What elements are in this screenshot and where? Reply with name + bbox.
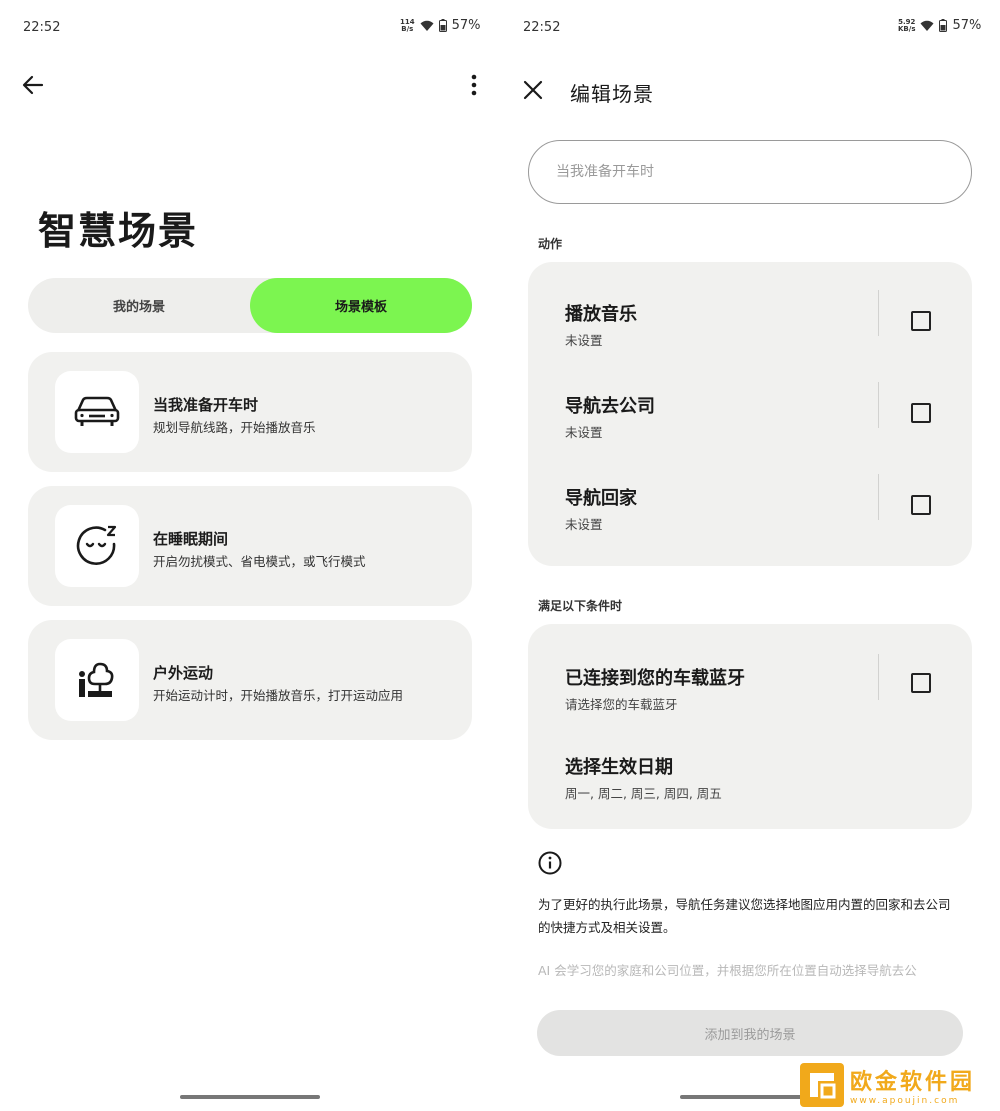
template-card-driving[interactable]: 当我准备开车时 规划导航线路，开始播放音乐 <box>28 352 472 472</box>
battery-percent: 57% <box>451 18 481 33</box>
tab-my-scenes[interactable]: 我的场景 <box>28 278 250 333</box>
close-button[interactable] <box>518 75 548 105</box>
car-icon <box>74 396 120 426</box>
action-checkbox[interactable] <box>911 495 931 515</box>
template-card-outdoor[interactable]: 户外运动 开始运动计时，开始播放音乐，打开运动应用 <box>28 620 472 740</box>
template-icon-box <box>55 371 139 453</box>
template-title: 当我准备开车时 <box>153 396 259 414</box>
more-vertical-icon <box>471 74 477 96</box>
conditions-card: 已连接到您的车载蓝牙 请选择您的车载蓝牙 选择生效日期 周一, 周二, 周三, … <box>528 624 972 829</box>
conditions-section-label: 满足以下条件时 <box>538 599 623 613</box>
info-text-faded: AI 会学习您的家庭和公司位置，并根据您所在位置自动选择导航去公 <box>538 963 917 978</box>
scene-tabs: 我的场景 场景模板 <box>28 278 472 333</box>
battery-icon <box>939 19 948 32</box>
scene-name-input[interactable] <box>528 140 972 204</box>
action-title: 导航回家 <box>565 488 637 509</box>
template-subtitle: 开始运动计时，开始播放音乐，打开运动应用 <box>153 688 404 703</box>
actions-section-label: 动作 <box>538 237 563 251</box>
template-icon-box <box>55 505 139 587</box>
action-checkbox[interactable] <box>911 311 931 331</box>
divider <box>878 654 879 700</box>
back-button[interactable] <box>18 70 48 100</box>
divider <box>878 290 879 336</box>
template-subtitle: 开启勿扰模式、省电模式，或飞行模式 <box>153 554 366 569</box>
tab-scene-templates[interactable]: 场景模板 <box>250 278 472 333</box>
status-time: 22:52 <box>23 20 61 35</box>
status-time: 22:52 <box>523 20 561 35</box>
arrow-left-icon <box>22 75 44 95</box>
watermark-title: 欧金软件园 <box>850 1070 976 1095</box>
edit-scene-screen: 22:52 5.92 KB/s 57% 编辑场景 动作 播放音乐 未设置 导航去… <box>500 0 1000 1111</box>
action-subtitle: 未设置 <box>565 333 603 348</box>
net-rate: 5.92 KB/s <box>898 18 916 33</box>
condition-subtitle: 请选择您的车载蓝牙 <box>565 697 678 712</box>
divider <box>878 474 879 520</box>
action-row-play-music[interactable]: 播放音乐 未设置 <box>528 290 972 390</box>
status-bar-icons: 114 B/s 57% <box>400 18 481 33</box>
net-rate-unit: KB/s <box>898 24 916 33</box>
action-subtitle: 未设置 <box>565 517 603 532</box>
home-indicator[interactable] <box>680 1095 820 1099</box>
battery-percent: 57% <box>952 18 982 33</box>
info-icon <box>538 851 562 879</box>
template-title: 在睡眠期间 <box>153 530 229 548</box>
wifi-icon <box>420 20 434 32</box>
watermark-logo-icon <box>800 1063 844 1107</box>
add-to-my-scenes-button[interactable]: 添加到我的场景 <box>537 1010 963 1056</box>
action-checkbox[interactable] <box>911 403 931 423</box>
template-title: 户外运动 <box>153 664 214 682</box>
condition-title: 选择生效日期 <box>565 757 673 778</box>
condition-row-effective-days[interactable]: 选择生效日期 周一, 周二, 周三, 周四, 周五 <box>528 753 972 843</box>
net-rate-unit: B/s <box>401 24 414 33</box>
outdoor-tree-icon <box>79 662 114 697</box>
watermark-texts: 欧金软件园 www.apoujin.com <box>850 1064 975 1106</box>
condition-title: 已连接到您的车载蓝牙 <box>565 668 745 689</box>
home-indicator[interactable] <box>180 1095 320 1099</box>
battery-icon <box>438 19 447 32</box>
divider <box>878 382 879 428</box>
action-row-navigate-office[interactable]: 导航去公司 未设置 <box>528 382 972 482</box>
template-icon-box <box>55 639 139 721</box>
action-title: 播放音乐 <box>565 304 637 325</box>
actions-card: 播放音乐 未设置 导航去公司 未设置 导航回家 未设置 <box>528 262 972 566</box>
action-row-navigate-home[interactable]: 导航回家 未设置 <box>528 474 972 574</box>
wifi-icon <box>920 20 934 32</box>
sleep-face-icon <box>76 525 117 565</box>
condition-row-car-bluetooth[interactable]: 已连接到您的车载蓝牙 请选择您的车载蓝牙 <box>528 654 972 754</box>
template-subtitle: 规划导航线路，开始播放音乐 <box>153 420 316 435</box>
status-bar-icons: 5.92 KB/s 57% <box>898 18 981 33</box>
condition-checkbox[interactable] <box>911 673 931 693</box>
watermark-url: www.apoujin.com <box>850 1096 960 1106</box>
condition-subtitle: 周一, 周二, 周三, 周四, 周五 <box>565 786 722 801</box>
action-subtitle: 未设置 <box>565 425 603 440</box>
more-menu-button[interactable] <box>462 70 486 100</box>
close-icon <box>523 80 543 100</box>
info-text: 为了更好的执行此场景，导航任务建议您选择地图应用内置的回家和去公司的快捷方式及相… <box>538 897 951 935</box>
watermark: 欧金软件园 www.apoujin.com <box>800 1062 995 1108</box>
page-title: 智慧场景 <box>38 209 199 253</box>
net-rate: 114 B/s <box>400 18 415 33</box>
template-card-sleep[interactable]: 在睡眠期间 开启勿扰模式、省电模式，或飞行模式 <box>28 486 472 606</box>
scene-list-screen: 22:52 114 B/s 57% 智慧场景 我的场景 场景模板 当我准备开车时… <box>0 0 500 1111</box>
page-title: 编辑场景 <box>570 82 654 106</box>
action-title: 导航去公司 <box>565 396 655 417</box>
